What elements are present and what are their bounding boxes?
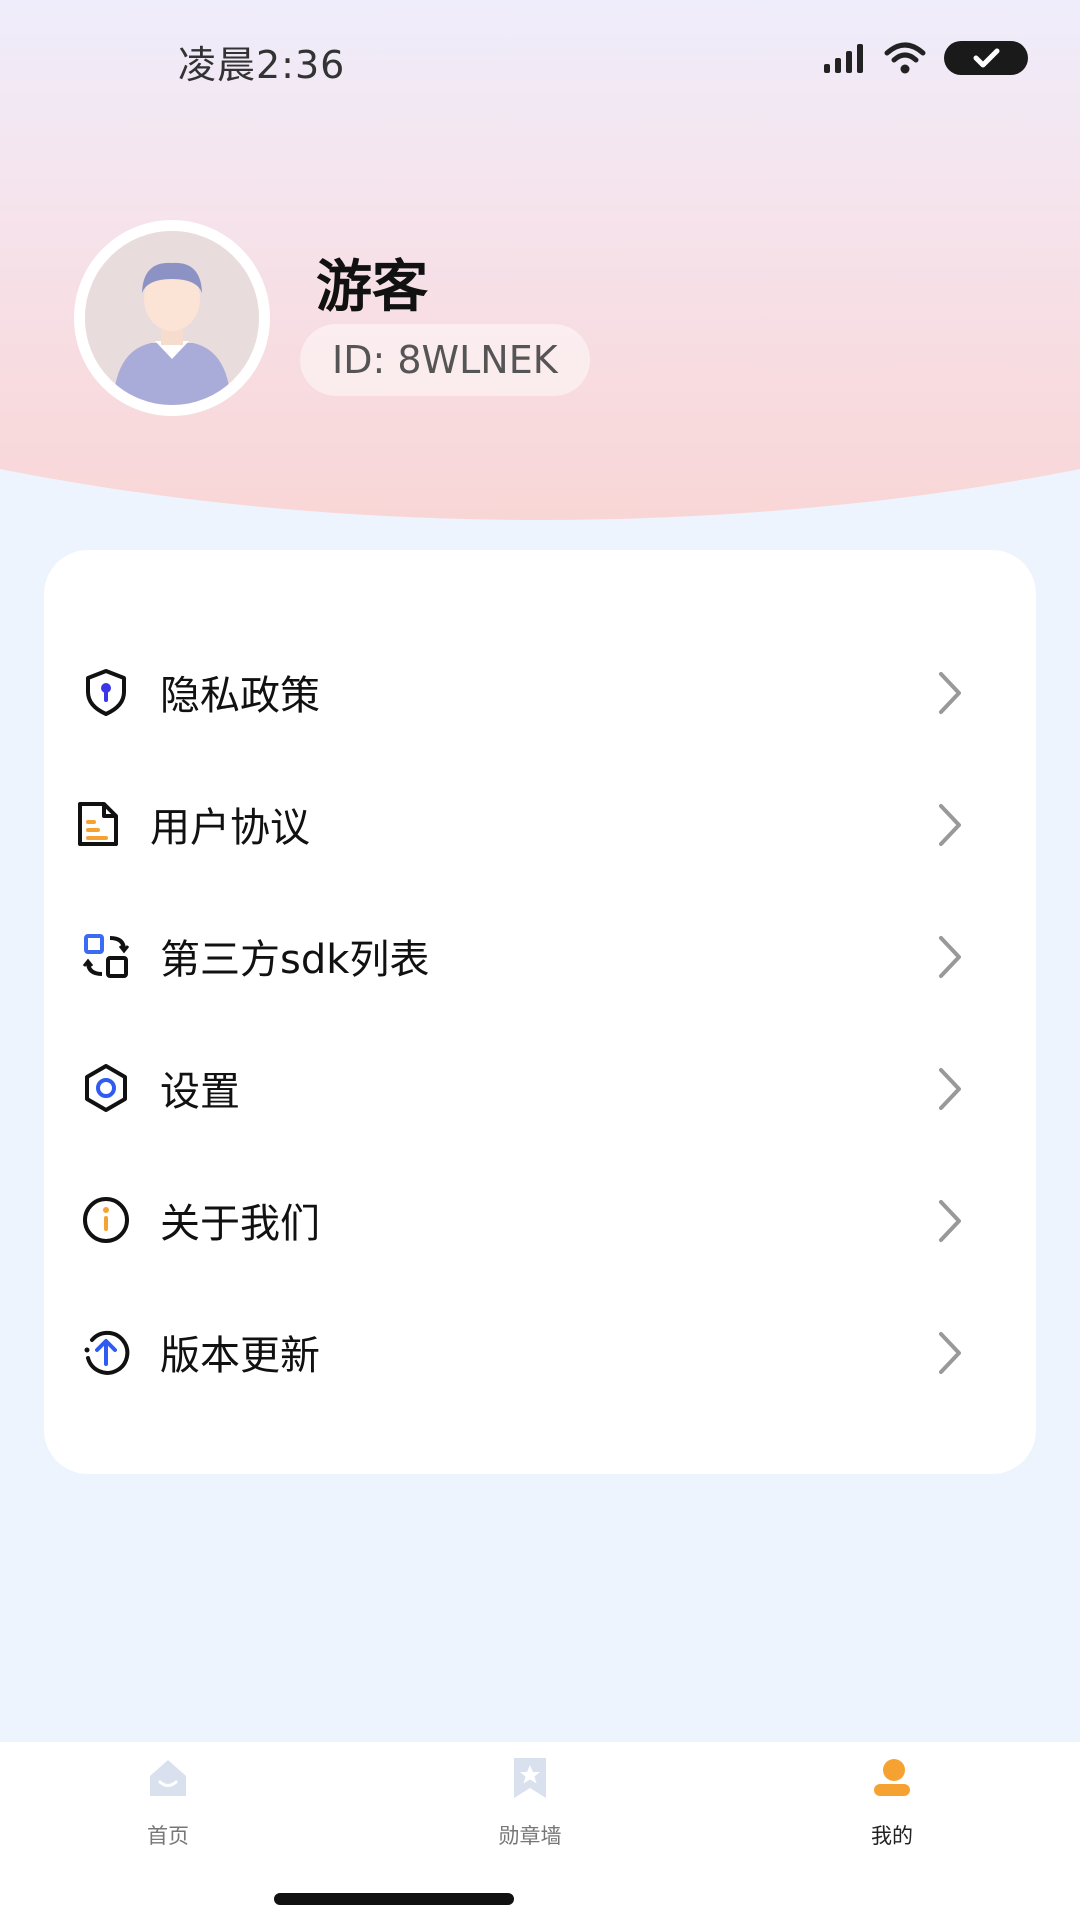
avatar-illustration (85, 231, 259, 405)
chevron-right-icon (939, 672, 961, 714)
menu-item-user-agreement[interactable]: 用户协议 (44, 774, 1036, 874)
tab-home[interactable]: 首页 (68, 1742, 268, 1882)
menu-item-version-update[interactable]: 版本更新 (44, 1302, 1036, 1402)
home-indicator[interactable] (274, 1893, 514, 1905)
hexagon-settings-icon (85, 1064, 127, 1112)
tab-medals[interactable]: 勋章墙 (430, 1742, 630, 1882)
status-icons (822, 38, 1028, 78)
menu-item-about-us[interactable]: 关于我们 (44, 1170, 1036, 1270)
chevron-right-icon (939, 1200, 961, 1242)
menu-card: 隐私政策 用户协议 第三方sdk列表 设置 关于我们 版本更新 (44, 550, 1036, 1474)
tab-profile[interactable]: 我的 (792, 1742, 992, 1882)
menu-item-label: 用户协议 (150, 805, 310, 851)
menu-item-label: 关于我们 (160, 1201, 320, 1247)
tab-label: 我的 (871, 1824, 913, 1848)
info-icon (83, 1197, 129, 1243)
menu-item-label: 设置 (160, 1069, 240, 1115)
chevron-right-icon (939, 936, 961, 978)
chevron-right-icon (939, 1068, 961, 1110)
medal-icon (514, 1758, 546, 1798)
menu-item-settings[interactable]: 设置 (44, 1038, 1036, 1138)
upload-arrow-icon (84, 1330, 130, 1375)
status-bar: 凌晨2:36 (0, 0, 1080, 120)
user-id-badge: ID: 8WLNEK (300, 324, 590, 396)
avatar[interactable] (74, 220, 270, 416)
tab-label: 勋章墙 (498, 1824, 562, 1848)
tab-label: 首页 (147, 1824, 189, 1848)
battery-icon (944, 41, 1028, 75)
signal-icon (824, 44, 863, 73)
menu-item-privacy-policy[interactable]: 隐私政策 (44, 642, 1036, 742)
chevron-right-icon (939, 804, 961, 846)
username: 游客 (316, 255, 428, 320)
document-icon (78, 802, 118, 846)
status-time: 凌晨2:36 (178, 43, 346, 87)
bottom-tab-bar: 首页 勋章墙 我的 (0, 1742, 1080, 1920)
menu-item-label: 隐私政策 (160, 673, 320, 719)
menu-item-third-party-sdk[interactable]: 第三方sdk列表 (44, 906, 1036, 1006)
home-icon (150, 1760, 186, 1796)
shield-icon (86, 669, 126, 716)
menu-item-label: 第三方sdk列表 (160, 937, 430, 983)
avatar-image (85, 231, 259, 405)
profile-icon (874, 1759, 910, 1796)
menu-item-label: 版本更新 (160, 1333, 320, 1379)
wifi-icon (884, 42, 926, 74)
sync-blocks-icon (82, 934, 130, 978)
chevron-right-icon (939, 1332, 961, 1374)
